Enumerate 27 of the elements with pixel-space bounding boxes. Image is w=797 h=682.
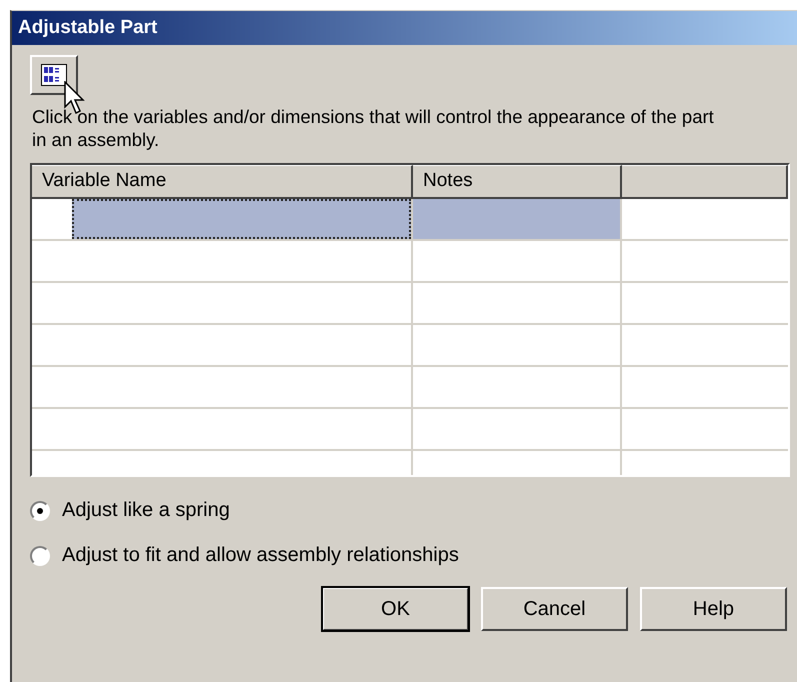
dialog-button[interactable]: Help	[640, 587, 787, 631]
table-cell[interactable]	[32, 409, 413, 451]
table-cell[interactable]	[413, 199, 622, 241]
table-cell[interactable]	[413, 325, 622, 367]
radio-label[interactable]: Adjust to fit and allow assembly relationships	[62, 544, 459, 567]
radio-label[interactable]: Adjust like a spring	[62, 499, 230, 522]
table-cell[interactable]	[32, 241, 413, 283]
variable-list-icon	[41, 64, 67, 86]
variables-button[interactable]	[30, 55, 78, 95]
instruction-text: Click on the variables and/or dimensions that will control the appearance of the part in an assembly.	[32, 105, 715, 151]
table-cell[interactable]	[32, 283, 413, 325]
radio-button[interactable]	[30, 500, 50, 520]
table-cell[interactable]	[413, 367, 622, 409]
table-cell[interactable]	[413, 241, 622, 283]
window-title: Adjustable Part	[18, 17, 158, 39]
table-cell[interactable]	[32, 367, 413, 409]
column-header[interactable]: Notes	[413, 165, 622, 197]
radio-button[interactable]	[30, 546, 50, 566]
column-header[interactable]: Variable Name	[32, 165, 413, 197]
table-cell[interactable]	[32, 325, 413, 367]
table-cell[interactable]	[413, 283, 622, 325]
dialog-button[interactable]: OK	[322, 587, 469, 631]
table-cell[interactable]	[413, 409, 622, 451]
table-cell[interactable]	[32, 199, 413, 241]
column-header[interactable]	[622, 165, 788, 197]
selected-cell[interactable]	[72, 199, 411, 239]
dialog-button[interactable]: Cancel	[481, 587, 628, 631]
